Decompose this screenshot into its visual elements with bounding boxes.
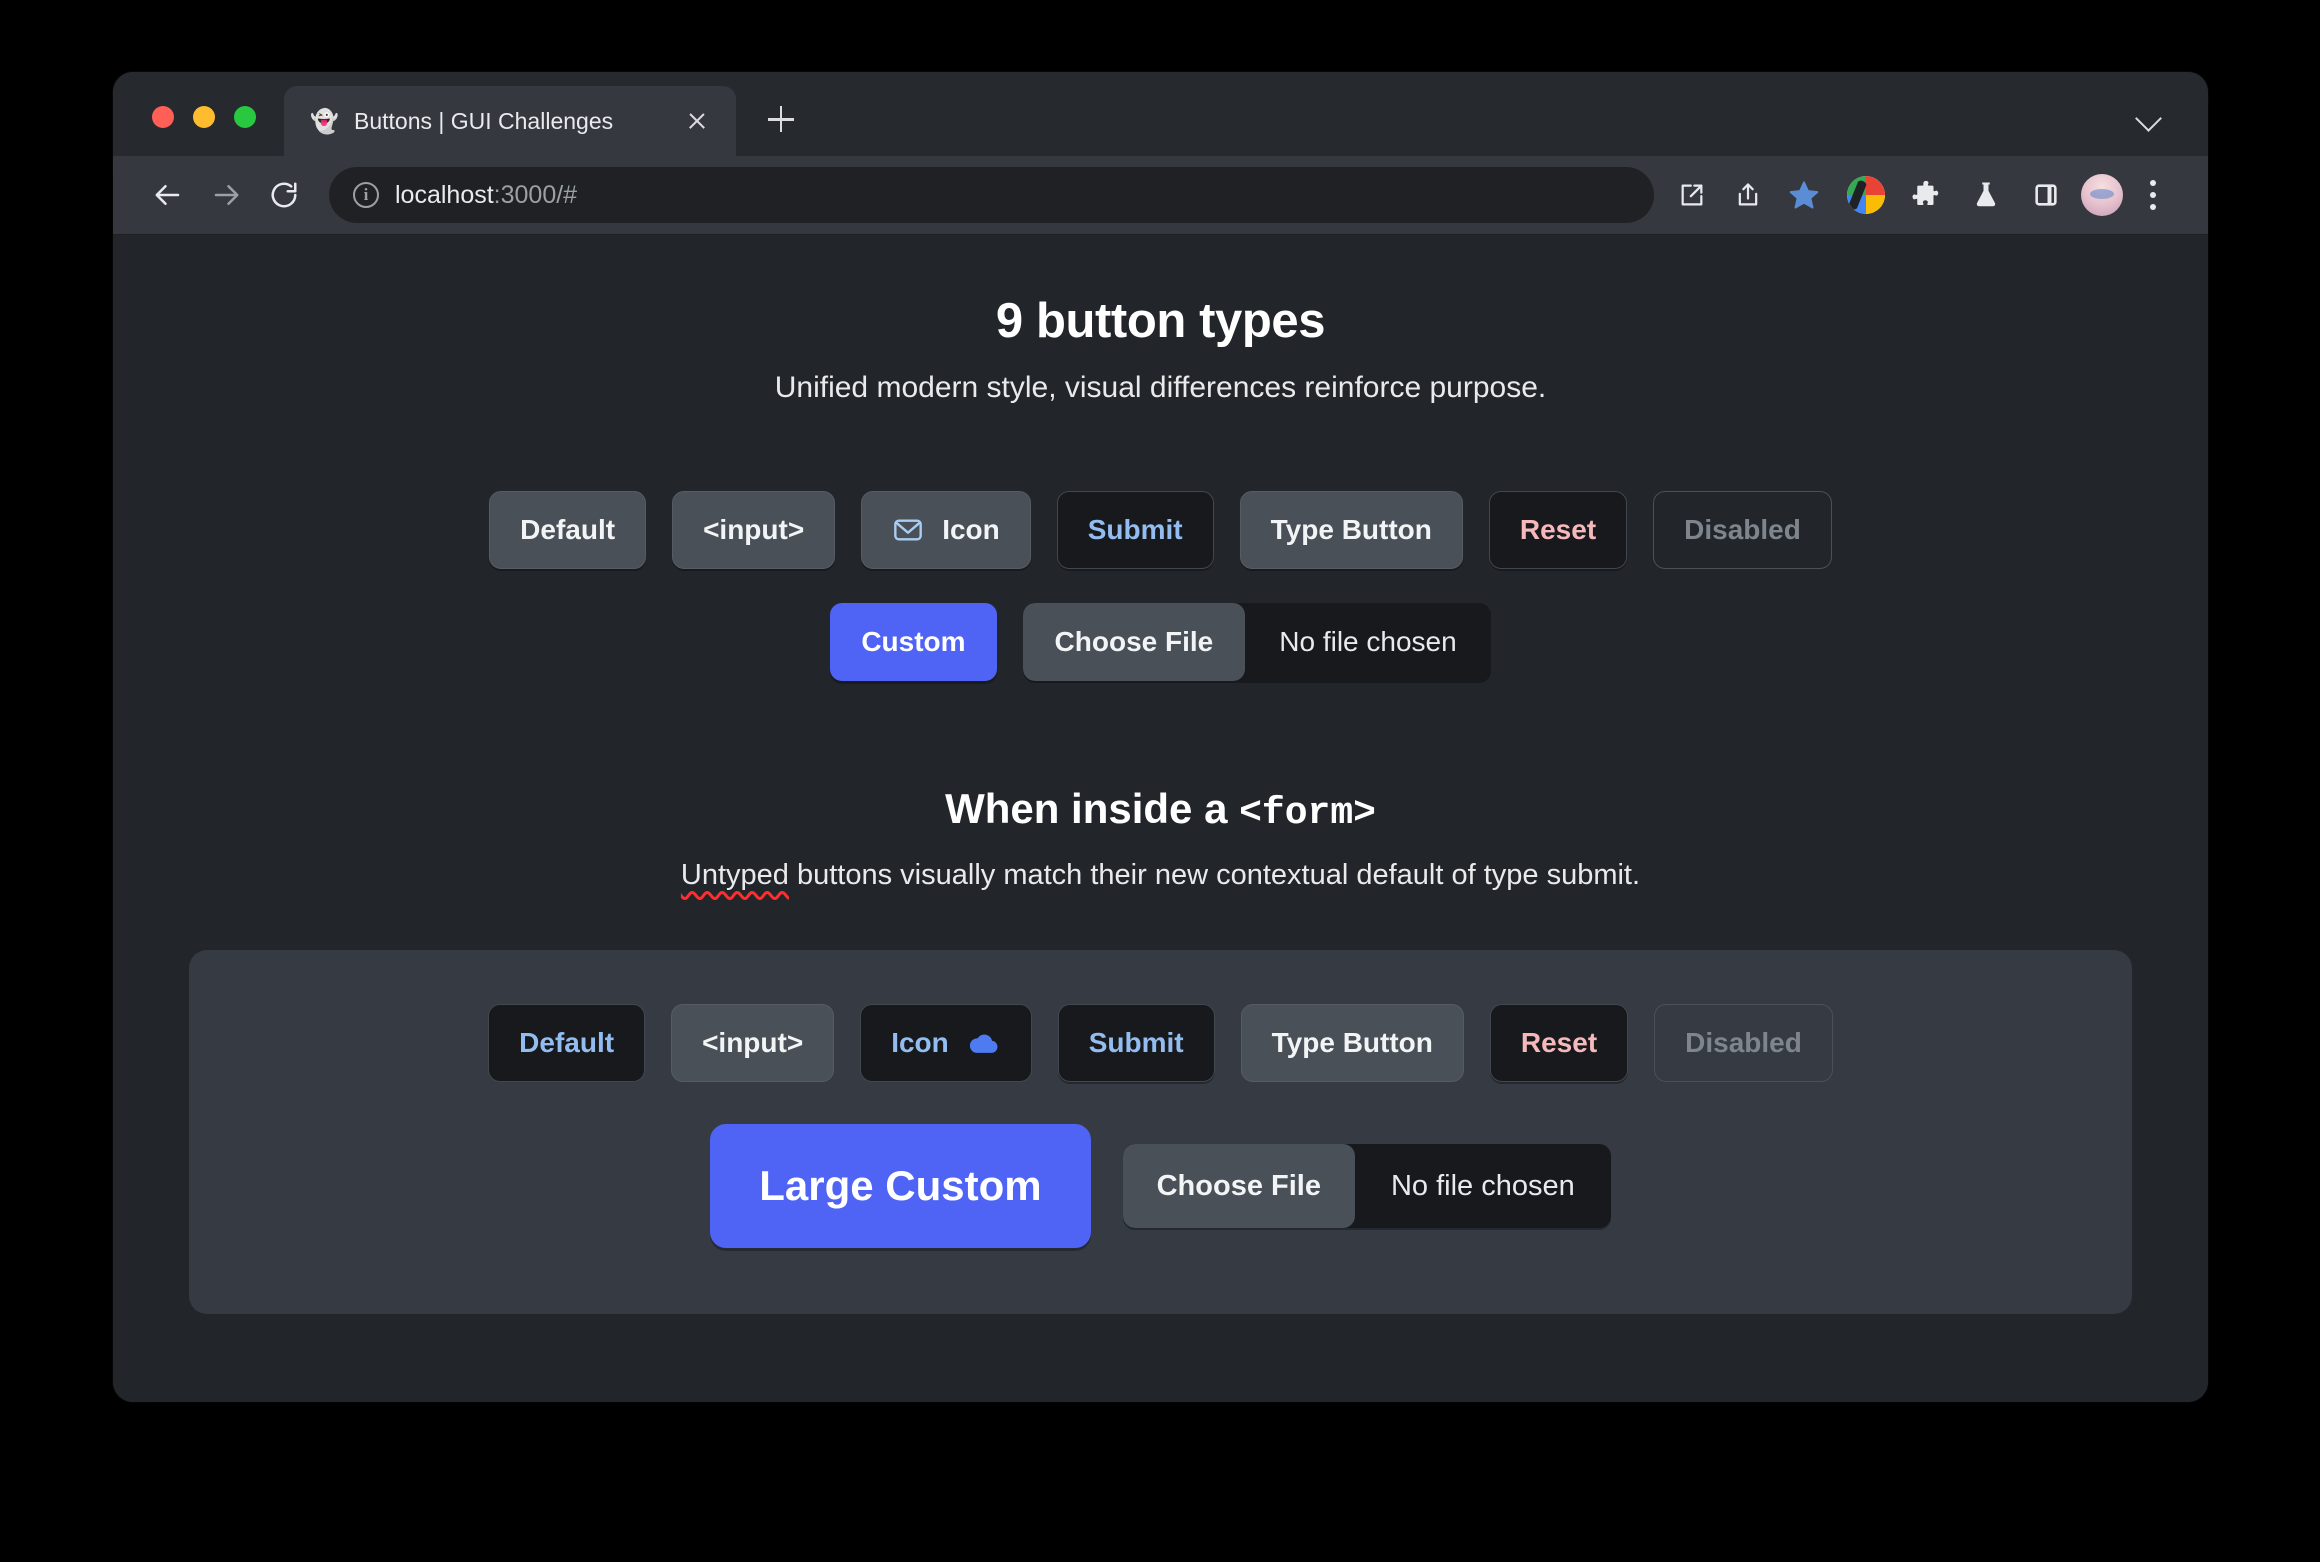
reload-icon[interactable] xyxy=(255,166,313,224)
button-label: Submit xyxy=(1088,1027,1184,1058)
input-button[interactable]: <input> xyxy=(672,491,836,569)
address-bar[interactable]: i localhost:3000/# xyxy=(329,167,1654,223)
browser-tab[interactable]: 👻 Buttons | GUI Challenges xyxy=(284,86,736,156)
side-panel-icon[interactable] xyxy=(2018,167,2074,223)
choose-file-button[interactable]: Choose File xyxy=(1022,603,1246,681)
submit-button[interactable]: Submit xyxy=(1056,491,1214,569)
cloud-icon xyxy=(967,1026,1001,1060)
minimize-window-button[interactable] xyxy=(193,106,215,128)
form-submit-button[interactable]: Submit xyxy=(1057,1004,1215,1082)
form-input-button[interactable]: <input> xyxy=(671,1004,835,1082)
page-subtitle: Unified modern style, visual differences… xyxy=(774,371,1547,404)
button-label: Default xyxy=(519,1027,615,1058)
button-label: Large Custom xyxy=(759,1162,1042,1209)
disabled-button: Disabled xyxy=(1653,491,1832,569)
chevron-down-icon[interactable] xyxy=(2132,100,2166,134)
window-traffic-lights xyxy=(113,106,256,156)
button-label: <input> xyxy=(703,514,805,545)
button-row-primary: Default <input> Icon Submit Type Button … xyxy=(113,491,2208,569)
page-title: 9 button types xyxy=(995,294,1326,348)
button-label: Type Button xyxy=(1271,1027,1433,1058)
button-label: Custom xyxy=(861,626,966,657)
flask-extension-icon[interactable] xyxy=(1958,167,2014,223)
form-choose-file-button[interactable]: Choose File xyxy=(1122,1144,1355,1228)
share-icon[interactable] xyxy=(1720,167,1776,223)
button-label: Icon xyxy=(942,514,1000,545)
misspelled-word: Untyped xyxy=(680,859,789,891)
browser-toolbar: i localhost:3000/# xyxy=(113,156,2208,235)
close-icon[interactable] xyxy=(680,104,714,138)
form-button-row-primary: Default <input> Icon Submit Type Button … xyxy=(189,1004,2132,1082)
tab-title: Buttons | GUI Challenges xyxy=(354,107,614,134)
custom-button[interactable]: Custom xyxy=(830,603,997,681)
button-label: Submit xyxy=(1087,514,1183,545)
ghost-icon: 👻 xyxy=(310,108,339,134)
button-label: Icon xyxy=(891,1027,949,1058)
form-type-button[interactable]: Type Button xyxy=(1240,1004,1464,1082)
button-label: Disabled xyxy=(1685,1027,1802,1058)
icon-button[interactable]: Icon xyxy=(861,491,1031,569)
form-section-subtitle: Untyped buttons visually match their new… xyxy=(113,859,2208,892)
browser-tabstrip: 👻 Buttons | GUI Challenges xyxy=(113,72,2208,156)
page-content: 9 button types Unified modern style, vis… xyxy=(113,293,2208,1314)
bookmark-star-icon[interactable] xyxy=(1776,167,1832,223)
button-label: Reset xyxy=(1519,514,1597,545)
form-section-title: When inside a <form> xyxy=(113,785,2208,835)
form-file-input[interactable]: Choose File No file chosen xyxy=(1122,1144,1611,1228)
type-button[interactable]: Type Button xyxy=(1239,491,1463,569)
address-bar-host: localhost xyxy=(395,180,494,209)
new-tab-button[interactable] xyxy=(760,98,802,140)
page-viewport: 9 button types Unified modern style, vis… xyxy=(113,235,2208,1402)
button-label: Reset xyxy=(1520,1027,1598,1058)
form-button-row-secondary: Large Custom Choose File No file chosen xyxy=(189,1124,2132,1248)
default-button[interactable]: Default xyxy=(489,491,647,569)
file-input[interactable]: Choose File No file chosen xyxy=(1022,603,1491,681)
kebab-menu-icon[interactable] xyxy=(2130,172,2176,218)
large-custom-button[interactable]: Large Custom xyxy=(710,1124,1091,1248)
address-bar-path: :3000/# xyxy=(493,180,578,209)
browser-window: 👻 Buttons | GUI Challenges i localhost:3… xyxy=(113,72,2208,1402)
envelope-icon xyxy=(892,514,924,546)
file-status-label: No file chosen xyxy=(1279,626,1457,657)
button-row-secondary: Custom Choose File No file chosen xyxy=(113,603,2208,681)
avatar[interactable] xyxy=(2074,167,2130,223)
extensions-group xyxy=(1838,167,2074,223)
site-info-icon[interactable]: i xyxy=(353,182,379,208)
form-icon-button[interactable]: Icon xyxy=(860,1004,1032,1082)
maximize-window-button[interactable] xyxy=(234,106,256,128)
desktop-background: 👻 Buttons | GUI Challenges i localhost:3… xyxy=(0,0,2320,1562)
form-reset-button[interactable]: Reset xyxy=(1489,1004,1629,1082)
button-label: <input> xyxy=(702,1027,804,1058)
forward-icon[interactable] xyxy=(197,166,255,224)
back-icon[interactable] xyxy=(139,166,197,224)
form-section-title-prefix: When inside a xyxy=(945,785,1240,832)
address-bar-url: localhost:3000/# xyxy=(395,181,577,210)
button-label: Type Button xyxy=(1270,514,1432,545)
form-container: Default <input> Icon Submit Type Button … xyxy=(189,950,2132,1314)
form-section-subtitle-rest: buttons visually match their new context… xyxy=(788,859,1641,891)
form-file-status-label: No file chosen xyxy=(1390,1169,1575,1202)
reset-button[interactable]: Reset xyxy=(1488,491,1628,569)
form-disabled-button: Disabled xyxy=(1654,1004,1833,1082)
puzzle-extension-icon[interactable] xyxy=(1898,167,1954,223)
color-palette-extension-icon[interactable] xyxy=(1838,167,1894,223)
form-tag-code: <form> xyxy=(1239,792,1376,835)
button-label: Disabled xyxy=(1684,514,1801,545)
close-window-button[interactable] xyxy=(152,106,174,128)
open-in-new-icon[interactable] xyxy=(1664,167,1720,223)
button-label: Default xyxy=(520,514,616,545)
form-default-button[interactable]: Default xyxy=(488,1004,646,1082)
